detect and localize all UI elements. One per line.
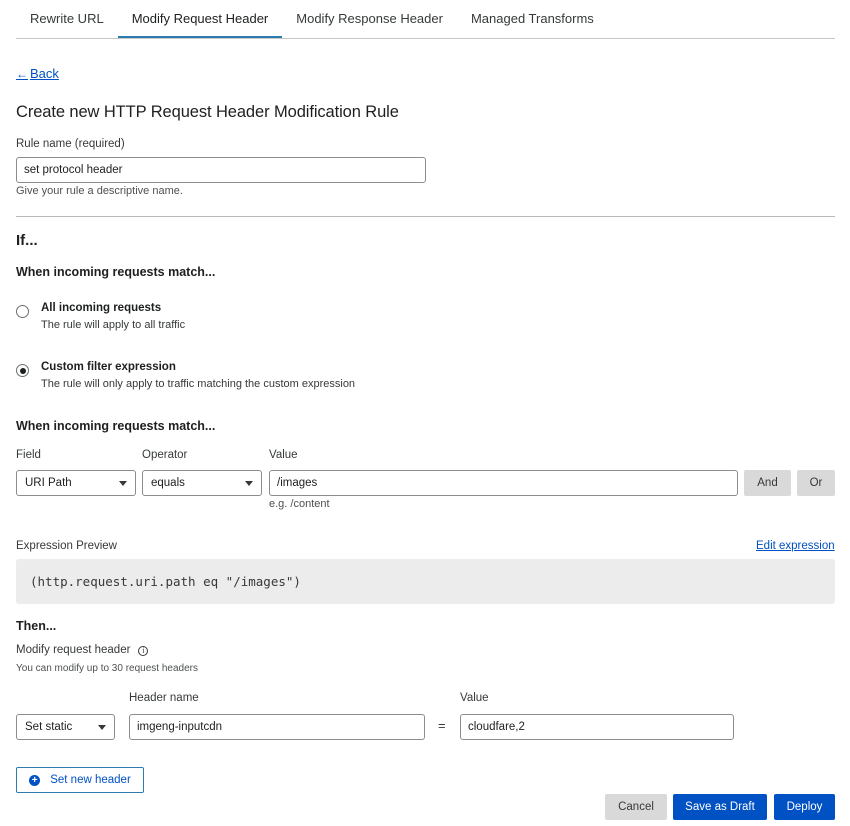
back-link-label: Back (30, 66, 59, 81)
arrow-left-icon: ← (16, 66, 28, 81)
operator-label: Operator (142, 449, 188, 461)
then-heading: Then... (16, 619, 57, 633)
radio-all-desc: The rule will apply to all traffic (41, 319, 186, 331)
expression-preview-label: Expression Preview (16, 540, 117, 552)
tab-rewrite-url[interactable]: Rewrite URL (16, 0, 118, 38)
operator-select-value: equals (151, 477, 185, 489)
info-icon[interactable]: i (138, 646, 149, 656)
tab-modify-request-header[interactable]: Modify Request Header (117, 0, 283, 38)
cancel-button[interactable]: Cancel (605, 794, 667, 820)
chevron-down-icon (119, 480, 127, 486)
match-heading-2: When incoming requests match... (16, 419, 216, 433)
tab-managed-transforms[interactable]: Managed Transforms (457, 0, 608, 38)
rule-name-label: Rule name (required) (16, 138, 125, 150)
page-title: Create new HTTP Request Header Modificat… (16, 103, 399, 121)
radio-option-all-requests[interactable]: All incoming requests The rule will appl… (16, 302, 185, 331)
header-action-value: Set static (25, 721, 73, 733)
radio-custom-desc: The rule will only apply to traffic matc… (41, 378, 356, 390)
rule-name-hint: Give your rule a descriptive name. (16, 185, 183, 197)
back-link[interactable]: ← Back (16, 66, 59, 81)
modify-request-header-text: Modify request header (16, 644, 131, 656)
set-new-header-label: Set new header (50, 774, 131, 786)
value-hint: e.g. /content (269, 498, 330, 510)
and-button[interactable]: And (744, 470, 791, 496)
header-name-label: Header name (129, 692, 199, 704)
field-select-value: URI Path (25, 477, 72, 489)
radio-custom-title: Custom filter expression (41, 361, 176, 373)
tab-modify-response-header[interactable]: Modify Response Header (282, 0, 457, 38)
plus-circle-icon: + (29, 774, 41, 786)
edit-expression-link[interactable]: Edit expression (756, 540, 835, 552)
radio-all-requests[interactable] (16, 305, 29, 318)
or-button[interactable]: Or (797, 470, 835, 496)
header-value-label: Value (460, 692, 489, 704)
radio-option-custom-filter[interactable]: Custom filter expression The rule will o… (16, 361, 355, 390)
modify-limit-hint: You can modify up to 30 request headers (16, 663, 198, 674)
deploy-button[interactable]: Deploy (774, 794, 835, 820)
modify-request-header-label: Modify request header i (16, 644, 149, 656)
header-action-select[interactable]: Set static (16, 714, 115, 740)
chevron-down-icon (98, 724, 106, 730)
field-label: Field (16, 449, 41, 461)
header-value-input[interactable]: cloudfare,2 (460, 714, 734, 740)
operator-select[interactable]: equals (142, 470, 262, 496)
value-label: Value (269, 449, 298, 461)
save-as-draft-button[interactable]: Save as Draft (673, 794, 767, 820)
rule-name-input[interactable]: set protocol header (16, 157, 426, 183)
set-new-header-button[interactable]: + Set new header (16, 767, 144, 793)
if-heading: If... (16, 232, 38, 249)
divider (16, 216, 835, 217)
equals-sign: = (438, 718, 446, 733)
field-select[interactable]: URI Path (16, 470, 136, 496)
expression-preview: (http.request.uri.path eq "/images") (16, 559, 835, 604)
chevron-down-icon (245, 480, 253, 486)
tab-bar: Rewrite URL Modify Request Header Modify… (16, 0, 835, 39)
header-name-input[interactable]: imgeng-inputcdn (129, 714, 425, 740)
match-heading: When incoming requests match... (16, 265, 216, 279)
value-input[interactable]: /images (269, 470, 738, 496)
radio-all-title: All incoming requests (41, 302, 162, 314)
radio-custom-filter[interactable] (16, 364, 29, 377)
